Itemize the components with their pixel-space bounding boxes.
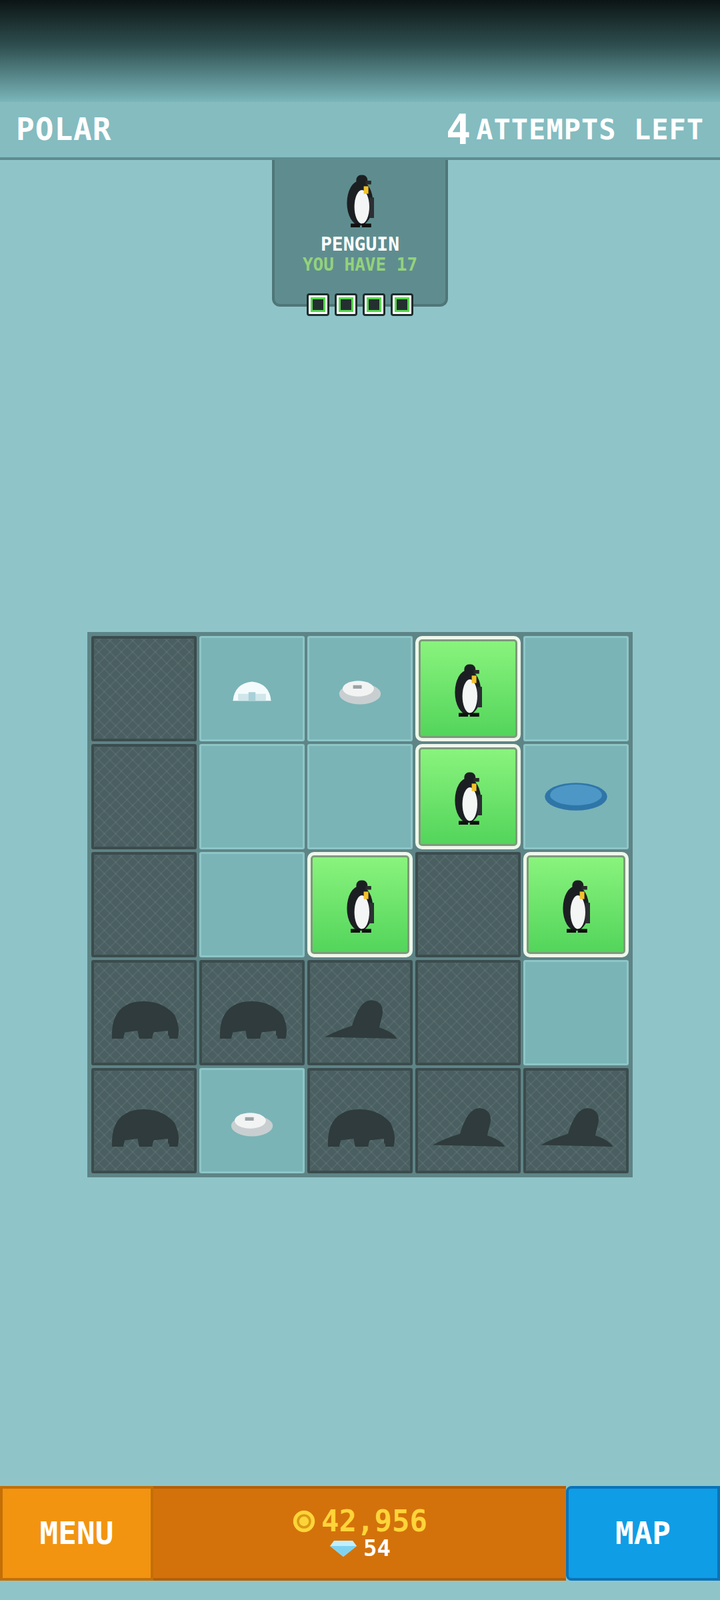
penguin-icon [449,658,487,719]
penguin-icon [557,874,595,935]
seal-icon [428,1090,508,1151]
map-label: MAP [615,1510,671,1557]
board-cell[interactable] [199,852,305,958]
board-cell[interactable] [307,744,413,850]
gem-row: 54 [328,1536,391,1561]
board-cell [415,744,521,850]
board-cell [91,1068,197,1174]
found-marker [306,293,330,316]
board-cell [199,960,305,1066]
rock-icon [226,1103,278,1138]
board-cell[interactable] [523,744,629,850]
puddle-icon [541,779,611,814]
seal-icon [320,982,400,1043]
gem-icon [328,1539,358,1558]
found-marker [362,293,386,316]
ice-icon [226,671,278,706]
board-cell [523,1068,629,1174]
coin-icon [292,1509,316,1534]
found-marker [390,293,414,316]
target-card: PENGUINYOU HAVE 17 [272,160,448,307]
board-cell [91,636,197,742]
currency-panel: 42,95654 [153,1486,566,1581]
marker-fill [310,297,326,312]
board-cell[interactable] [523,636,629,742]
marker-fill [366,297,382,312]
marker-fill [338,297,354,312]
marker-fill [394,297,410,312]
attempts-counter: 4ATTEMPTS LEFT [446,108,704,151]
penguin-icon [341,874,379,935]
bottom-bar: MENU 42,95654 MAP [0,1486,720,1581]
walrus-icon [320,1090,400,1151]
game-board [87,632,633,1178]
board-cell[interactable] [523,960,629,1066]
seal-icon [536,1090,616,1151]
menu-button[interactable]: MENU [0,1486,154,1581]
found-markers [274,293,446,316]
penguin-icon [341,169,379,230]
board-cell[interactable] [307,636,413,742]
board-cell [415,1068,521,1174]
status-bar [0,0,720,102]
header-bar: POLAR 4ATTEMPTS LEFT [0,102,720,160]
walrus-icon [212,982,292,1043]
found-marker [334,293,358,316]
owned-count: YOU HAVE 17 [302,255,418,275]
menu-label: MENU [40,1510,114,1557]
penguin-icon [449,766,487,827]
board-cell [307,852,413,958]
board-cell [91,744,197,850]
walrus-icon [104,982,184,1043]
walrus-icon [104,1090,184,1151]
level-title: POLAR [16,106,112,153]
coin-count: 42,956 [321,1506,428,1537]
board-cell [307,1068,413,1174]
rock-icon [334,671,386,706]
coin-row: 42,956 [292,1506,428,1537]
board-cell [415,636,521,742]
board-cell [415,960,521,1066]
board-cell [523,852,629,958]
board-cell[interactable] [199,1068,305,1174]
map-button[interactable]: MAP [566,1486,720,1581]
board-cell [91,852,197,958]
board-cell[interactable] [199,636,305,742]
target-name: PENGUIN [320,234,400,256]
board-cell[interactable] [199,744,305,850]
attempts-count: 4 [446,109,471,151]
board-cell [307,960,413,1066]
board-cell [415,852,521,958]
gem-count: 54 [363,1536,391,1561]
board-cell [91,960,197,1066]
attempts-label: ATTEMPTS LEFT [476,108,704,151]
